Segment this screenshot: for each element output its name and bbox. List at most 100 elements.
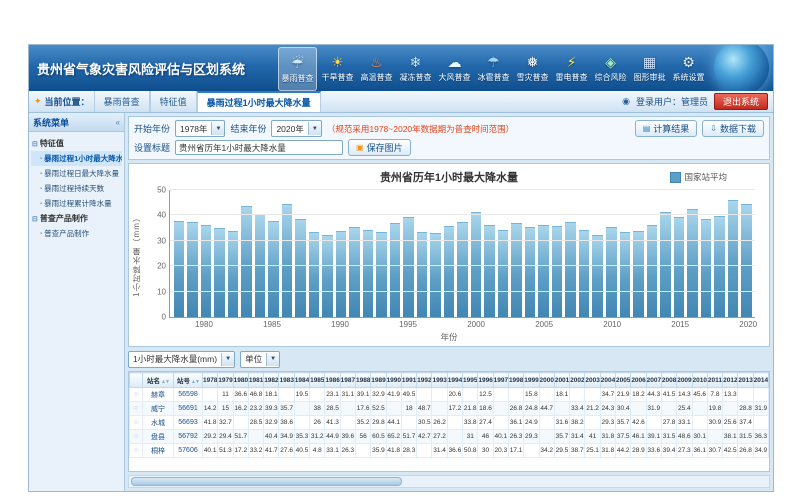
sort-icon[interactable]: ▲▼: [161, 379, 169, 385]
start-year-select[interactable]: 1978年 ▼: [175, 120, 225, 137]
chart-bar[interactable]: [295, 219, 306, 317]
year-column-header[interactable]: 1998: [508, 373, 523, 388]
year-column-header[interactable]: 2002: [570, 373, 585, 388]
module-item[interactable]: ◈综合风险: [592, 47, 629, 89]
chart-bar[interactable]: [282, 204, 293, 317]
chart-bar[interactable]: [565, 222, 576, 317]
chart-bar[interactable]: [674, 217, 685, 317]
tree-item[interactable]: ▪暴雨过程1小时最大降水量: [31, 151, 122, 166]
year-column-header[interactable]: 1994: [447, 373, 462, 388]
tree-group[interactable]: ⊟普查产品制作: [31, 211, 122, 226]
save-image-button[interactable]: ▣ 保存图片: [348, 139, 411, 156]
chart-bar[interactable]: [498, 230, 509, 317]
year-column-header[interactable]: 1978: [203, 373, 218, 388]
row-select-radio[interactable]: ○: [134, 419, 138, 426]
tree-toggle-icon[interactable]: ⊟: [32, 140, 38, 148]
chart-bar[interactable]: [309, 232, 320, 317]
download-button[interactable]: ⇩ 数据下载: [702, 120, 764, 137]
chart-bar[interactable]: [592, 235, 603, 317]
chart-bar[interactable]: [214, 228, 225, 317]
year-column-header[interactable]: 2010: [692, 373, 707, 388]
tree-item[interactable]: ▪普查产品制作: [31, 226, 122, 241]
chart-bar[interactable]: [390, 223, 401, 317]
sidebar-collapse-icon[interactable]: «: [116, 118, 120, 127]
horizontal-scrollbar[interactable]: [128, 475, 770, 488]
year-column-header[interactable]: 2007: [646, 373, 661, 388]
chart-bar[interactable]: [647, 225, 658, 317]
chart-bar[interactable]: [174, 221, 185, 317]
chart-bar[interactable]: [336, 231, 347, 317]
year-column-header[interactable]: 2001: [554, 373, 569, 388]
chart-bar[interactable]: [728, 200, 739, 317]
year-column-header[interactable]: 1999: [524, 373, 539, 388]
tree-item[interactable]: ▪暴雨过程持续天数: [31, 181, 122, 196]
year-column-header[interactable]: 1984: [294, 373, 309, 388]
year-column-header[interactable]: 2012: [723, 373, 738, 388]
chart-bar[interactable]: [403, 217, 414, 317]
year-column-header[interactable]: 1989: [371, 373, 386, 388]
year-column-header[interactable]: 2006: [631, 373, 646, 388]
year-column-header[interactable]: 2011: [707, 373, 722, 388]
year-column-header[interactable]: 1995: [463, 373, 478, 388]
module-item[interactable]: ❅雪灾普查: [514, 47, 551, 89]
row-select-radio[interactable]: ○: [134, 433, 138, 440]
year-column-header[interactable]: 1982: [264, 373, 279, 388]
year-column-header[interactable]: 2014: [753, 373, 768, 388]
year-column-header[interactable]: 2013: [738, 373, 753, 388]
module-item[interactable]: ♨高温普查: [358, 47, 395, 89]
year-column-header[interactable]: 2000: [539, 373, 554, 388]
chart-bar[interactable]: [511, 223, 522, 317]
chart-bar[interactable]: [484, 225, 495, 317]
breadcrumb-tab[interactable]: 暴雨过程1小时最大降水量: [197, 91, 321, 112]
chart-title-input[interactable]: [175, 140, 343, 155]
chart-bar[interactable]: [376, 232, 387, 317]
unit-select[interactable]: 单位 ▼: [240, 351, 280, 368]
module-item[interactable]: ☂冰雹普查: [475, 47, 512, 89]
year-column-header[interactable]: 1996: [478, 373, 493, 388]
module-item[interactable]: ☀干旱普查: [319, 47, 356, 89]
sort-icon[interactable]: ▲▼: [191, 379, 199, 385]
year-column-header[interactable]: 1992: [417, 373, 432, 388]
chart-bar[interactable]: [701, 219, 712, 317]
tree-group[interactable]: ⊟特征值: [31, 136, 122, 151]
chart-bar[interactable]: [187, 222, 198, 317]
year-column-header[interactable]: 1987: [340, 373, 355, 388]
tree-item[interactable]: ▪暴雨过程日最大降水量: [31, 166, 122, 181]
row-select-radio[interactable]: ○: [134, 405, 138, 412]
select-column-header[interactable]: [130, 373, 143, 388]
year-column-header[interactable]: 2003: [585, 373, 600, 388]
chart-bar[interactable]: [241, 206, 252, 317]
chart-bar[interactable]: [579, 230, 590, 317]
end-year-select[interactable]: 2020年 ▼: [271, 120, 321, 137]
chart-bar[interactable]: [687, 209, 698, 317]
chart-bar[interactable]: [322, 235, 333, 317]
year-column-header[interactable]: 1997: [493, 373, 508, 388]
chart-bar[interactable]: [417, 232, 428, 317]
year-column-header[interactable]: 1980: [233, 373, 248, 388]
metric-select[interactable]: 1小时最大降水量(mm) ▼: [128, 351, 235, 368]
chart-bar[interactable]: [538, 225, 549, 317]
chart-bar[interactable]: [268, 221, 279, 317]
module-item[interactable]: ☔暴雨普查: [278, 47, 317, 91]
chart-bar[interactable]: [228, 231, 239, 317]
chart-bar[interactable]: [714, 216, 725, 317]
row-select-radio[interactable]: ○: [134, 391, 138, 398]
year-column-header[interactable]: 1983: [279, 373, 294, 388]
scrollbar-thumb[interactable]: [131, 477, 402, 486]
module-item[interactable]: ▦图形审批: [631, 47, 668, 89]
tree-item[interactable]: ▪暴雨过程累计降水量: [31, 196, 122, 211]
module-item[interactable]: ⚡雷电普查: [553, 47, 590, 89]
year-column-header[interactable]: 1986: [325, 373, 340, 388]
module-item[interactable]: ⚙系统设置: [670, 47, 707, 89]
station-id-header[interactable]: 站号▲▼: [174, 373, 203, 388]
tree-toggle-icon[interactable]: ⊟: [32, 215, 38, 223]
chart-bar[interactable]: [363, 230, 374, 317]
breadcrumb-tab[interactable]: 特征值: [150, 91, 197, 112]
breadcrumb-tab[interactable]: 暴雨普查: [94, 91, 150, 112]
year-column-header[interactable]: 1979: [218, 373, 233, 388]
calculate-button[interactable]: ▤ 计算结果: [635, 120, 698, 137]
year-column-header[interactable]: 1981: [248, 373, 263, 388]
year-column-header[interactable]: 1990: [386, 373, 401, 388]
chart-bar[interactable]: [201, 225, 212, 317]
chart-legend[interactable]: 国家站平均: [670, 171, 727, 183]
